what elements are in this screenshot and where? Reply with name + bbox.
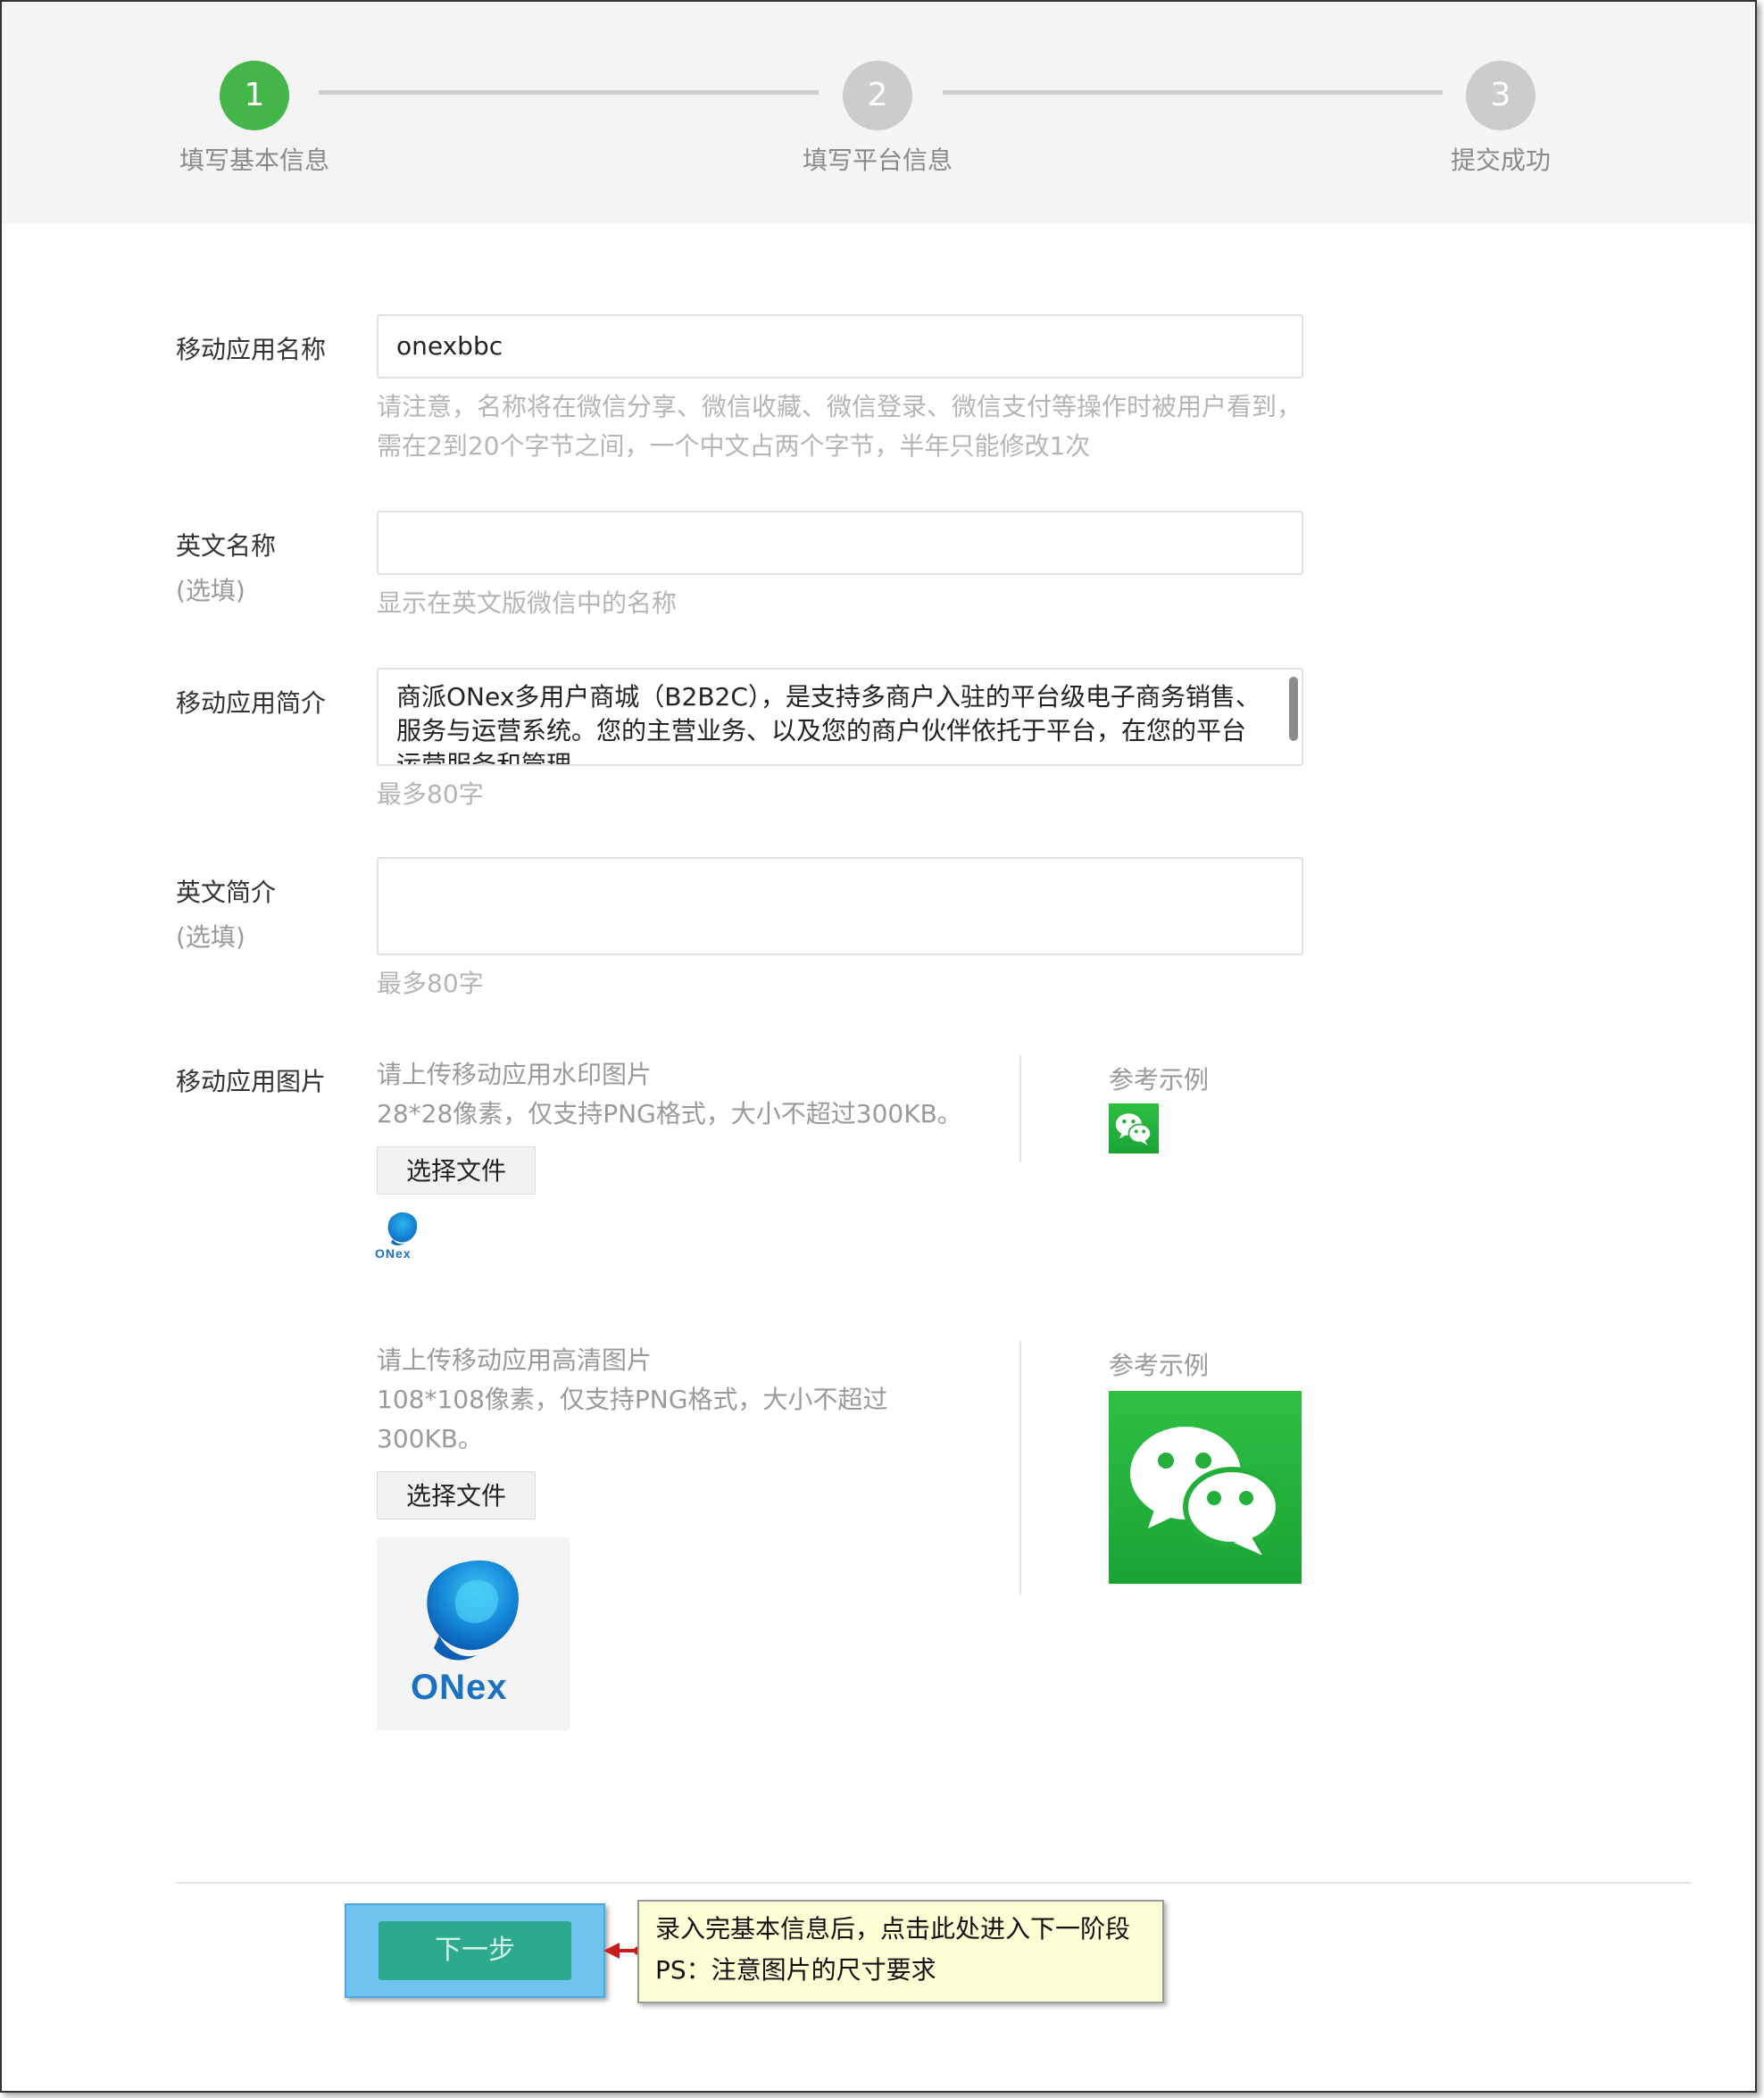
hd-ref-example (1109, 1391, 1302, 1584)
english-intro-textarea[interactable] (377, 857, 1303, 955)
english-intro-hint: 最多80字 (377, 969, 484, 998)
step-connector-1 (319, 90, 819, 95)
app-images-label-text: 移动应用图片 (176, 1067, 327, 1096)
hd-preview-text: ONex (411, 1668, 508, 1707)
hd-divider (1019, 1341, 1021, 1594)
app-name-label-text: 移动应用名称 (176, 335, 327, 364)
onex-logo-large-icon (427, 1560, 519, 1661)
app-name-label: 移动应用名称 (176, 330, 326, 366)
hd-title: 请上传移动应用高清图片 (377, 1345, 653, 1375)
next-step-button[interactable]: 下一步 (379, 1921, 571, 1980)
watermark-ref-label: 参考示例 (1109, 1065, 1210, 1095)
instruction-callout: 录入完基本信息后，点击此处进入下一阶段 PS：注意图片的尺寸要求 (637, 1900, 1164, 2003)
app-intro-scrollbar[interactable] (1289, 677, 1298, 741)
watermark-preview: ONex (375, 1209, 429, 1262)
english-name-hint: 显示在英文版微信中的名称 (377, 588, 678, 618)
hd-requirements-line1: 108*108像素，仅支持PNG格式，大小不超过 (377, 1385, 888, 1414)
app-name-input[interactable]: onexbbc (377, 314, 1303, 379)
step-3-label: 提交成功 (1450, 146, 1551, 175)
watermark-ref-example (1109, 1103, 1159, 1153)
progress-stepper: 1 2 3 填写基本信息 填写平台信息 提交成功 (2, 2, 1755, 223)
step-2-circle: 2 (843, 61, 912, 130)
callout-line2: PS：注意图片的尺寸要求 (655, 1955, 936, 1985)
callout-line1: 录入完基本信息后，点击此处进入下一阶段 (655, 1914, 1131, 1944)
watermark-upload-desc: 请上传移动应用水印图片 28*28像素，仅支持PNG格式，大小不超过300KB。 (377, 1055, 962, 1134)
app-intro-hint: 最多80字 (377, 779, 484, 809)
callout-arrow-head-icon (603, 1943, 620, 1959)
step-connector-2 (943, 90, 1443, 95)
hd-choose-file-button[interactable]: 选择文件 (377, 1471, 536, 1519)
app-intro-label-text: 移动应用简介 (176, 688, 327, 718)
hd-requirements-line2: 300KB。 (377, 1424, 484, 1453)
step-1-circle: 1 (220, 61, 289, 130)
app-intro-label: 移动应用简介 (176, 684, 326, 720)
english-intro-label: 英文简介 (选填) (176, 873, 276, 953)
watermark-choose-file-button[interactable]: 选择文件 (377, 1146, 536, 1195)
step-3-circle: 3 (1466, 61, 1535, 130)
app-intro-text: 商派ONex多用户商城（B2B2C），是支持多商户入驻的平台级电子商务销售、服务… (396, 682, 1261, 766)
step-1-label: 填写基本信息 (179, 146, 329, 175)
hd-upload-desc: 请上传移动应用高清图片 108*108像素，仅支持PNG格式，大小不超过 300… (377, 1341, 887, 1459)
watermark-preview-text: ONex (375, 1246, 412, 1261)
app-images-label: 移动应用图片 (176, 1062, 326, 1098)
watermark-requirements: 28*28像素，仅支持PNG格式，大小不超过300KB。 (377, 1099, 962, 1128)
footer-divider (176, 1882, 1692, 1884)
hd-preview: ONex (377, 1537, 570, 1730)
english-name-label: 英文名称 (选填) (176, 527, 276, 607)
app-name-hint: 请注意，名称将在微信分享、微信收藏、微信登录、微信支付等操作时被用户看到， 需在… (377, 387, 1323, 466)
app-name-hint-line2: 需在2到20个字节之间，一个中文占两个字节，半年只能修改1次 (377, 431, 1091, 461)
step-2-label: 填写平台信息 (802, 146, 953, 175)
english-intro-optional: (选填) (176, 922, 245, 952)
english-name-optional: (选填) (176, 576, 245, 605)
app-name-hint-line1: 请注意，名称将在微信分享、微信收藏、微信登录、微信支付等操作时被用户看到， (377, 392, 1302, 421)
wechat-large-icon (1130, 1427, 1281, 1555)
hd-ref-label: 参考示例 (1109, 1351, 1210, 1380)
next-button-highlight: 下一步 (345, 1903, 605, 1998)
app-registration-window: 1 2 3 填写基本信息 填写平台信息 提交成功 移动应用名称 onexbbc … (0, 0, 1757, 2093)
watermark-divider (1019, 1055, 1021, 1162)
english-name-input[interactable] (377, 511, 1303, 575)
watermark-title: 请上传移动应用水印图片 (377, 1060, 653, 1089)
wechat-small-icon (1115, 1113, 1152, 1146)
app-intro-textarea[interactable]: 商派ONex多用户商城（B2B2C），是支持多商户入驻的平台级电子商务销售、服务… (377, 668, 1303, 766)
english-intro-label-text: 英文简介 (176, 878, 277, 907)
english-name-label-text: 英文名称 (176, 531, 277, 561)
